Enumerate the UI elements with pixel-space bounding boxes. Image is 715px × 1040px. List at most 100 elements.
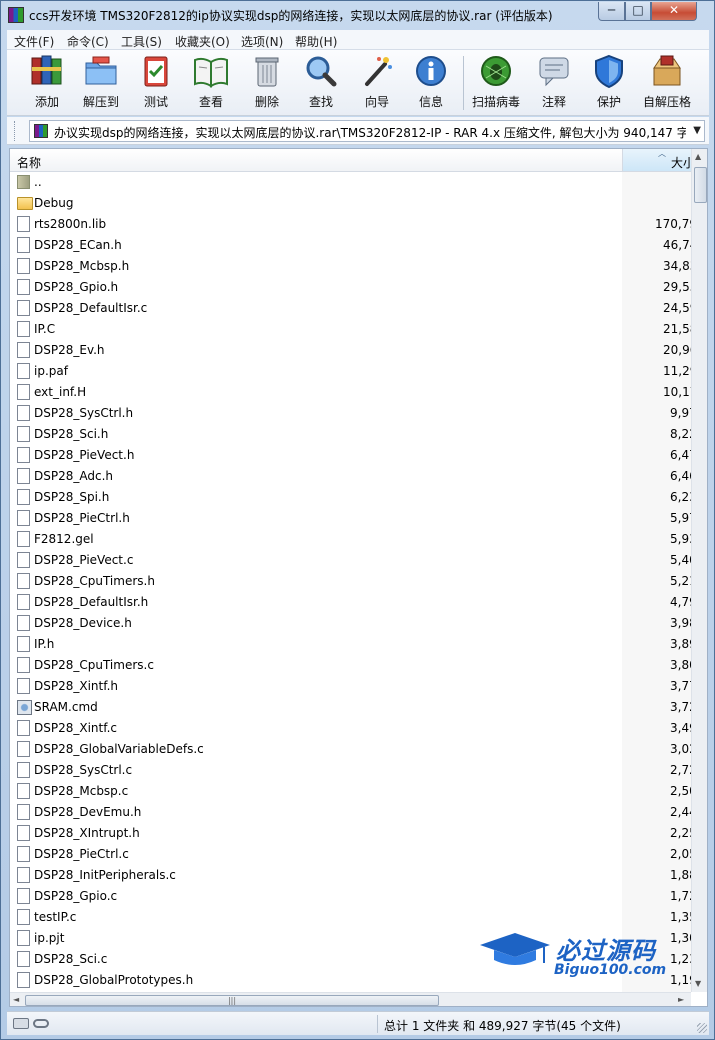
file-name: .. <box>34 175 42 189</box>
add-button[interactable]: 添加 <box>21 54 73 114</box>
title-bar[interactable]: ccs开发环境 TMS320F2812的ip协议实现dsp的网络连接，实现以太网… <box>1 1 714 29</box>
resize-grip-icon[interactable] <box>697 1023 707 1033</box>
menu-help[interactable]: 帮助(H) <box>295 33 337 50</box>
file-row[interactable]: DSP28_SysCtrl.c 2,72 <box>10 760 691 781</box>
drive-icon[interactable] <box>13 1018 29 1029</box>
file-row[interactable]: .. <box>10 172 691 193</box>
file-row[interactable]: Debug <box>10 193 691 214</box>
file-row[interactable]: DSP28_Gpio.c 1,72 <box>10 886 691 907</box>
file-name: ext_inf.H <box>34 385 87 399</box>
protect-label: 保护 <box>596 95 621 109</box>
file-row[interactable]: DSP28_SysCtrl.h 9,97 <box>10 403 691 424</box>
file-row[interactable]: DSP28_Adc.h 6,46 <box>10 466 691 487</box>
find-button[interactable]: 查找 <box>295 54 347 114</box>
file-row[interactable]: DSP28_Mcbsp.h 34,83 <box>10 256 691 277</box>
file-size: 5,40 <box>670 553 691 567</box>
file-row[interactable]: DSP28_Gpio.h 29,55 <box>10 277 691 298</box>
file-row[interactable]: F2812.gel 5,93 <box>10 529 691 550</box>
file-row[interactable]: IP.C 21,58 <box>10 319 691 340</box>
file-name: DSP28_Mcbsp.c <box>34 784 129 798</box>
status-bar: 总计 1 文件夹 和 489,927 字节(45 个文件) <box>7 1011 709 1035</box>
file-row[interactable]: DSP28_XIntrupt.h 2,25 <box>10 823 691 844</box>
view-button[interactable]: 查看 <box>185 54 237 114</box>
extract-to-label: 解压到 <box>82 95 119 109</box>
scroll-up-icon[interactable]: ▲ <box>695 152 701 161</box>
virus-scan-button[interactable]: 扫描病毒 <box>470 54 522 114</box>
winrar-app-icon[interactable] <box>8 7 24 23</box>
close-button[interactable]: ✕ <box>651 2 697 21</box>
file-name: DSP28_InitPeripherals.c <box>34 868 176 882</box>
file-row[interactable]: rts2800n.lib 170,79 <box>10 214 691 235</box>
test-button[interactable]: 测试 <box>130 54 182 114</box>
key-icon[interactable] <box>33 1019 49 1028</box>
file-row[interactable]: DSP28_Mcbsp.c 2,50 <box>10 781 691 802</box>
file-row[interactable]: DSP28_ECan.h 46,74 <box>10 235 691 256</box>
scroll-right-icon[interactable]: ► <box>678 995 684 1004</box>
minimize-button[interactable]: ─ <box>598 2 625 21</box>
file-icon <box>17 678 30 694</box>
file-icon <box>17 636 30 652</box>
file-row[interactable]: ext_inf.H 10,17 <box>10 382 691 403</box>
menu-file[interactable]: 文件(F) <box>14 33 54 50</box>
file-name: DSP28_Gpio.h <box>34 280 119 294</box>
menu-favorites[interactable]: 收藏夹(O) <box>175 33 230 50</box>
menu-options[interactable]: 选项(N) <box>241 33 283 50</box>
file-icon <box>17 888 30 904</box>
scroll-left-icon[interactable]: ◄ <box>13 995 19 1004</box>
horizontal-scrollbar[interactable]: ◄ ||| ► <box>10 992 691 1006</box>
toolbar-separator <box>463 56 464 110</box>
close-icon: ✕ <box>668 3 680 17</box>
info-button[interactable]: 信息 <box>405 54 457 114</box>
find-label: 查找 <box>308 95 333 109</box>
menu-tools[interactable]: 工具(S) <box>121 33 162 50</box>
path-combobox[interactable]: 办议实现dsp的网络连接，实现以太网底层的协议.rar\TMS320F2812-… <box>29 120 705 142</box>
info-label: 信息 <box>418 95 443 109</box>
file-row[interactable]: DSP28_Sci.h 8,22 <box>10 424 691 445</box>
scroll-down-icon[interactable]: ▼ <box>695 979 701 988</box>
file-name: DSP28_PieVect.h <box>34 448 135 462</box>
extract-to-button[interactable]: 解压到 <box>75 54 127 114</box>
file-size: 9,97 <box>670 406 691 420</box>
file-row[interactable]: DSP28_PieVect.h 6,47 <box>10 445 691 466</box>
chevron-down-icon[interactable]: ▼ <box>693 125 701 136</box>
file-row[interactable]: DSP28_Xintf.h 3,77 <box>10 676 691 697</box>
file-icon <box>17 762 30 778</box>
vertical-scrollbar[interactable]: ▲ ▼ <box>691 149 707 992</box>
file-row[interactable]: DSP28_CpuTimers.h 5,21 <box>10 571 691 592</box>
file-name: DSP28_CpuTimers.c <box>34 658 154 672</box>
file-row[interactable]: IP.h 3,89 <box>10 634 691 655</box>
file-row[interactable]: DSP28_PieCtrl.h 5,97 <box>10 508 691 529</box>
file-row[interactable]: DSP28_Ev.h 20,96 <box>10 340 691 361</box>
protect-button[interactable]: 保护 <box>583 54 635 114</box>
delete-button[interactable]: 删除 <box>241 54 293 114</box>
maximize-button[interactable]: □ <box>625 2 651 21</box>
file-list[interactable]: 名称 ︿ 大小 .. Debug rts2800n.lib 170,79 DSP28_E… <box>9 148 708 1007</box>
file-row[interactable]: DSP28_PieVect.c 5,40 <box>10 550 691 571</box>
file-name: DSP28_CpuTimers.h <box>34 574 155 588</box>
file-row[interactable]: SRAM.cmd 3,72 <box>10 697 691 718</box>
file-row[interactable]: DSP28_GlobalVariableDefs.c 3,02 <box>10 739 691 760</box>
file-row[interactable]: DSP28_CpuTimers.c 3,80 <box>10 655 691 676</box>
file-size: 11,29 <box>663 364 691 378</box>
file-row[interactable]: DSP28_Device.h 3,98 <box>10 613 691 634</box>
file-row[interactable]: DSP28_Xintf.c 3,49 <box>10 718 691 739</box>
wizard-button[interactable]: 向导 <box>351 54 403 114</box>
file-row[interactable]: DSP28_DefaultIsr.h 4,79 <box>10 592 691 613</box>
file-row[interactable]: DSP28_DefaultIsr.c 24,59 <box>10 298 691 319</box>
menu-commands[interactable]: 命令(C) <box>67 33 109 50</box>
file-icon <box>17 321 30 337</box>
file-row[interactable]: DSP28_Spi.h 6,23 <box>10 487 691 508</box>
file-row[interactable]: ip.paf 11,29 <box>10 361 691 382</box>
sfx-button[interactable]: 自解压格 <box>641 54 693 114</box>
file-row[interactable]: testIP.c 1,35 <box>10 907 691 928</box>
comment-button[interactable]: 注释 <box>528 54 580 114</box>
file-icon <box>17 342 30 358</box>
file-row[interactable]: DSP28_PieCtrl.c 2,05 <box>10 844 691 865</box>
file-row[interactable]: DSP28_InitPeripherals.c 1,88 <box>10 865 691 886</box>
horizontal-scroll-thumb[interactable]: ||| <box>25 995 439 1006</box>
column-header-name[interactable]: 名称 <box>17 154 41 171</box>
file-row[interactable]: DSP28_DevEmu.h 2,44 <box>10 802 691 823</box>
file-icon <box>17 531 30 547</box>
vertical-scroll-thumb[interactable] <box>694 167 707 203</box>
address-grip[interactable] <box>14 121 17 141</box>
